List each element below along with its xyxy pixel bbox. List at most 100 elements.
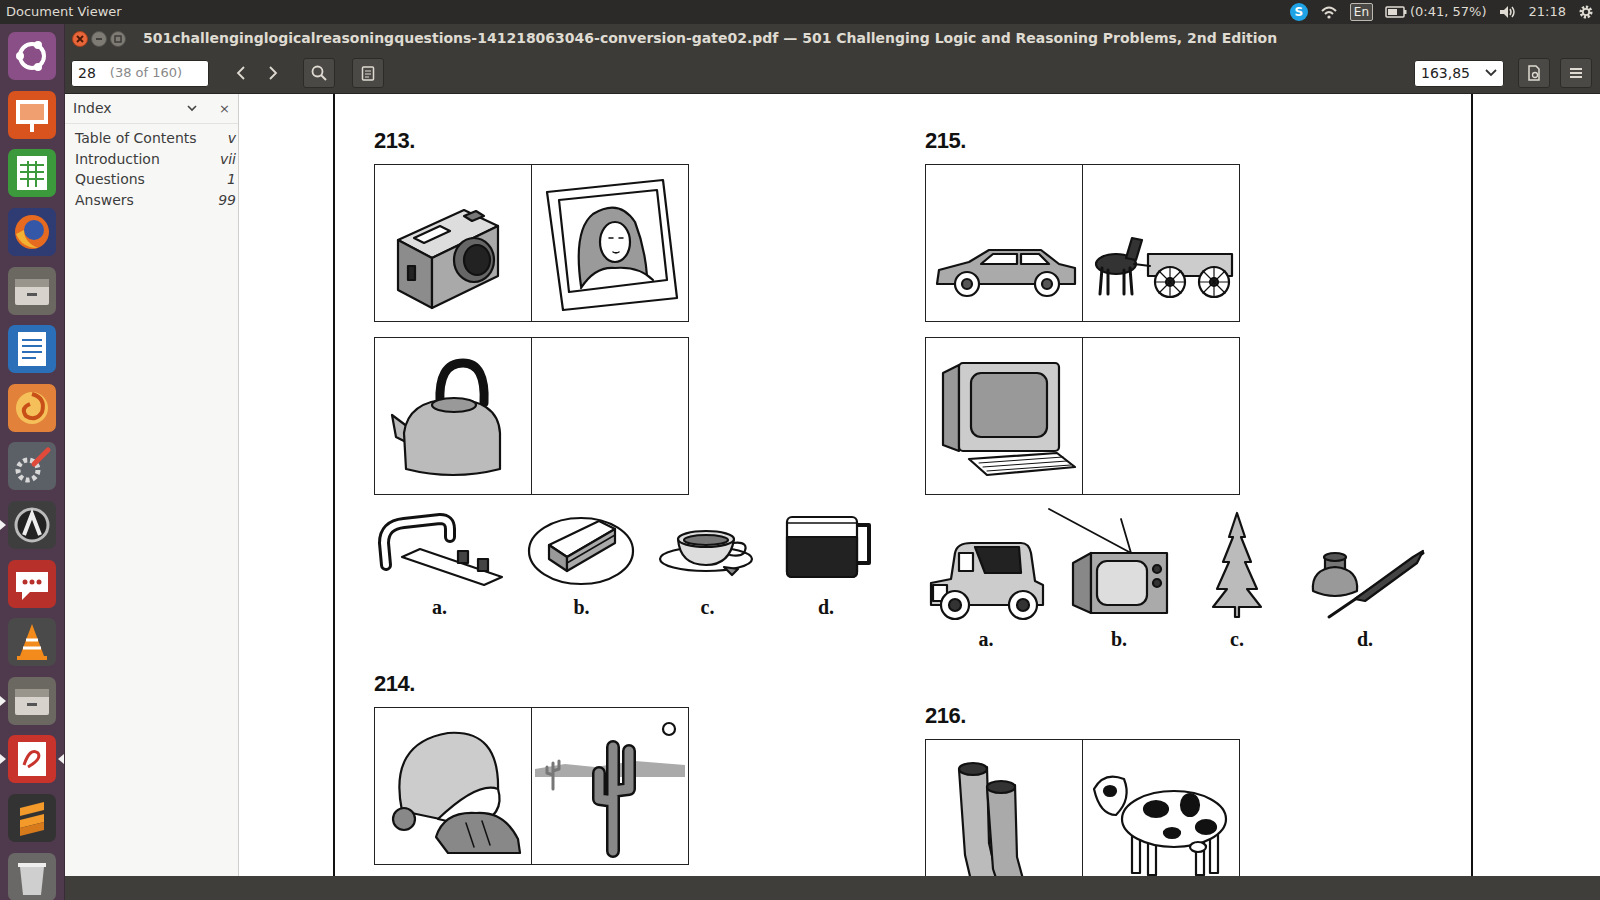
minimize-icon [95,35,103,43]
launcher-item[interactable] [0,320,64,379]
answer-option[interactable]: b. [527,507,636,619]
launcher-item[interactable] [0,496,64,555]
sidebar-close-button[interactable]: × [219,99,230,119]
option-label: b. [573,595,589,619]
figure-box [1082,338,1239,494]
question: 213. a. b. c. d. [374,128,925,619]
trash-icon [8,853,56,900]
figure-box [531,338,688,494]
presentation-app-icon [8,91,56,139]
sidebar-header: Index × [65,94,238,124]
launcher-item[interactable] [0,144,64,203]
figure-box [375,338,531,494]
close-button[interactable] [72,31,88,47]
chevron-down-icon [187,105,197,112]
car-icon [929,168,1079,318]
top-panel: Document ViewerSEn(0:41, 57%)21:18 [0,0,1600,24]
active-indicator [58,754,64,764]
launcher-item[interactable] [0,789,64,848]
minimize-button[interactable] [91,31,107,47]
next-page-button[interactable] [257,58,289,88]
figure-row [374,164,689,322]
option-label: c. [1230,627,1244,651]
previous-page-button[interactable] [225,58,257,88]
document-button[interactable] [1518,58,1550,88]
launcher-item[interactable] [0,613,64,672]
search-button[interactable] [303,58,335,88]
sidebar-item-label: Table of Contents [75,129,197,148]
volume-icon [1499,5,1517,19]
cow-icon [1086,743,1236,876]
annotations-button[interactable] [352,58,384,88]
answer-option[interactable]: a. [925,507,1047,651]
right-column: 215.a.b.c.d.216. [925,128,1471,876]
launcher-item[interactable] [0,27,64,86]
answer-options: a.b. c. d. [925,507,1471,651]
option-label: c. [701,595,715,619]
maximize-button[interactable] [110,31,126,47]
camera-icon [378,168,528,318]
skype-icon[interactable]: S [1290,3,1308,21]
answer-option[interactable]: b. [1069,507,1169,651]
answer-option[interactable]: c. [1191,507,1283,651]
launcher-item[interactable] [0,86,64,145]
chevron-right-icon [268,66,278,80]
launcher-item[interactable] [0,203,64,262]
battery-indicator[interactable]: (0:41, 57%) [1385,2,1487,22]
running-indicator [0,754,6,764]
photo-icon [535,168,685,318]
close-icon [76,35,84,43]
inkwell-quill-icon [1305,507,1425,619]
television-icon [1069,507,1169,619]
figure-box [926,740,1082,876]
pine-tree-icon [1209,507,1265,619]
sidebar-item[interactable]: Answers99 [65,190,238,211]
sidebar-item[interactable]: Table of Contentsv [65,128,238,149]
question-number: 213. [374,128,925,154]
answer-options: a. b. c. d. [374,507,925,619]
figure-row [925,337,1240,495]
zoom-combo[interactable]: 163,85 [1414,60,1504,87]
launcher-item[interactable] [0,847,64,900]
menu-button[interactable] [1560,58,1592,88]
media-player-icon [8,618,56,666]
browser-icon [8,208,56,256]
keyboard-layout[interactable]: En [1350,3,1373,21]
answer-option[interactable]: d. [1305,507,1425,651]
launcher-item[interactable] [0,554,64,613]
figure-box [926,338,1082,494]
settings-icon [8,442,56,490]
sidebar-item[interactable]: Questions1 [65,169,238,190]
sidebar-item[interactable]: Introductionvii [65,149,238,170]
launcher-item[interactable] [0,672,64,731]
window-controls [72,31,126,47]
clipboard-icon [361,65,375,81]
question-number: 216. [925,703,1471,729]
figure-box [375,708,531,864]
answer-option[interactable]: a. [374,507,505,619]
launcher-item[interactable] [0,261,64,320]
figure-row [374,707,689,865]
spreadsheet-app-icon [8,149,56,197]
clock[interactable]: 21:18 [1529,2,1566,22]
page-field[interactable]: 28(38 of 160) [71,60,209,87]
index-list: Table of ContentsvIntroductionviiQuestio… [65,124,238,210]
coffee-pot-icon [779,507,873,587]
writer-app-icon [8,325,56,373]
sidebar-item-label: Questions [75,170,145,189]
figure-box [1082,165,1239,321]
sidebar-title[interactable]: Index [73,98,187,119]
launcher-item[interactable] [0,437,64,496]
dash-icon [8,32,56,80]
zoom-value[interactable]: 163,85 [1421,63,1470,84]
page-number[interactable]: 28 [78,63,96,84]
horse-cart-icon [1086,168,1236,318]
document-icon [1527,65,1541,81]
sidebar-item-label: Answers [75,191,134,210]
launcher-item[interactable] [0,379,64,438]
answer-option[interactable]: d. [779,507,873,619]
kettle-icon [378,341,528,491]
answer-option[interactable]: c. [658,507,757,619]
launcher-item[interactable] [0,730,64,789]
launcher [0,24,65,900]
